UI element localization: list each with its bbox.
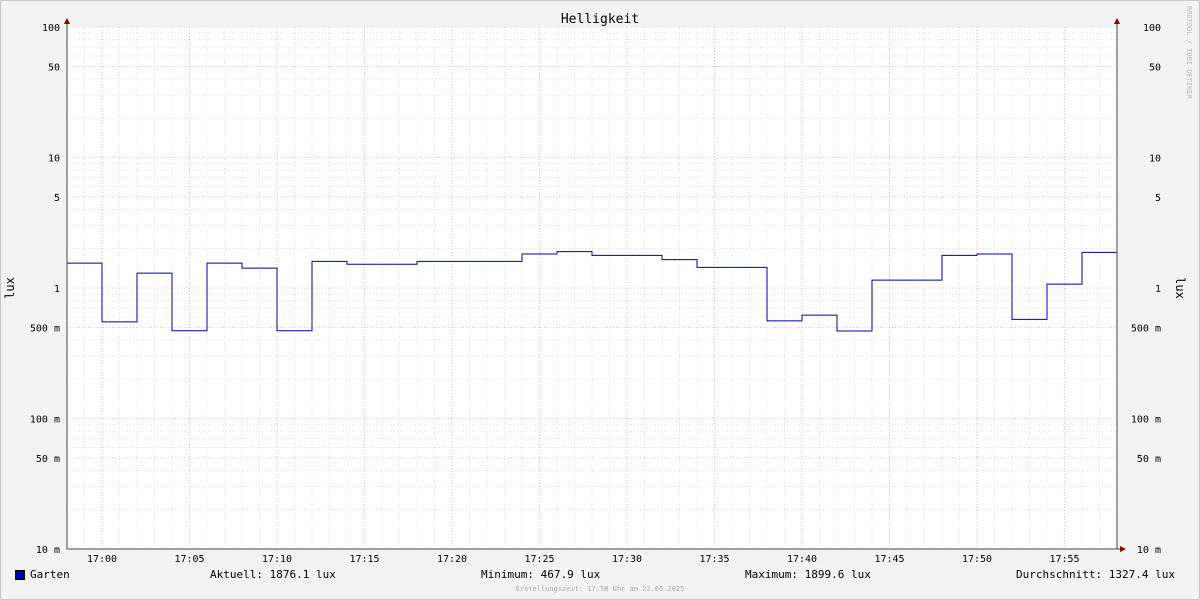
x-tick-label: 17:45 [874,554,904,565]
y-tick-label-left: 10 [48,154,60,165]
chart-svg: 10 m 10 m 50 m 50 m 100 m 100 m 500 m 500 m 1 1 5 5… [3,6,1193,565]
legend-average: Durchschnitt: 1327.4 lux [1016,568,1175,581]
y-tick-label-left: 50 [48,62,60,73]
legend-series-name: Garten [30,568,70,581]
y-axis-label-right: lux [1173,277,1187,299]
y-tick-label-right: 100 [1143,23,1161,34]
y-tick-label-right: 50 m [1137,454,1161,465]
y-tick-label-left: 100 [42,23,60,34]
legend-minimum: Minimum: 467.9 lux [481,568,601,581]
y-tick-label-left: 100 m [30,415,60,426]
x-axis-arrow [1120,546,1126,552]
legend-current: Aktuell: 1876.1 lux [210,568,336,581]
footer-timestamp: Erstellungszeit: 17:58 Uhr am 22.05.2025 [515,585,685,593]
legend: Garten Aktuell: 1876.1 lux Minimum: 467.… [0,568,1200,584]
watermark: RRDTOOL / TOBI OETIKER [1185,6,1193,100]
y-tick-label-right: 50 [1149,62,1161,73]
y-tick-label-right: 100 m [1131,415,1161,426]
y-tick-label-left: 50 m [36,454,60,465]
y-axis-left-arrow [64,18,70,24]
y-axis-right-arrow [1114,18,1120,24]
x-tick-label: 17:35 [699,554,729,565]
x-tick-label: 17:55 [1049,554,1079,565]
x-tick-label: 17:05 [174,554,204,565]
x-tick-label: 17:15 [349,554,379,565]
y-axis-label-left: lux [3,277,17,299]
y-tick-label-left: 5 [54,193,60,204]
y-tick-label-right: 500 m [1131,323,1161,334]
x-tick-label: 17:30 [612,554,642,565]
x-tick-label: 17:00 [87,554,117,565]
x-tick-label: 17:40 [787,554,817,565]
x-tick-label: 17:50 [962,554,992,565]
x-tick-label: 17:20 [437,554,467,565]
y-tick-label-left: 10 m [36,545,60,556]
y-tick-label-right: 10 m [1137,545,1161,556]
x-tick-label: 17:10 [262,554,292,565]
x-tick-label: 17:25 [524,554,554,565]
legend-maximum: Maximum: 1899.6 lux [745,568,871,581]
y-tick-label-right: 1 [1155,284,1161,295]
y-tick-label-left: 1 [54,284,60,295]
chart-title: Helligkeit [561,12,639,27]
y-tick-label-right: 5 [1155,193,1161,204]
y-tick-label-right: 10 [1149,154,1161,165]
y-tick-label-left: 500 m [30,323,60,334]
